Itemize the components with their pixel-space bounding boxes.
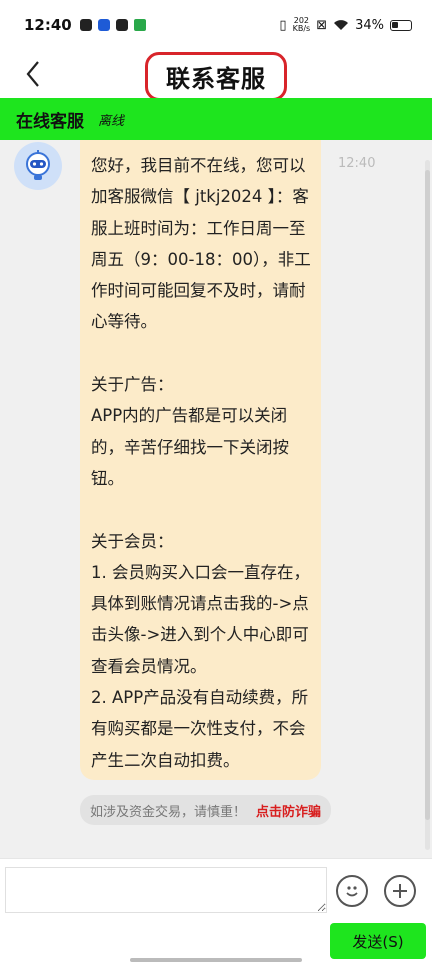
- header: 联系客服: [0, 50, 432, 101]
- network-speed-unit: KB/s: [292, 24, 311, 33]
- app-notification-icon: [133, 19, 146, 31]
- notification-icons: [79, 19, 146, 31]
- sim-icon: ⊠: [316, 17, 328, 33]
- wifi-icon: [334, 20, 349, 30]
- message-time: 12:40: [338, 156, 376, 171]
- avatar[interactable]: [14, 142, 62, 190]
- message-text: 您好，我目前不在线，您可以加客服微信【 jtkj2024 】：客服上班时间为：工…: [91, 156, 311, 770]
- app-notification-icon: [97, 19, 110, 31]
- vibrate-icon: ▯: [279, 17, 287, 33]
- robot-avatar-icon: [26, 150, 50, 180]
- service-title: 在线客服: [16, 111, 84, 132]
- page-title: 联系客服: [166, 64, 266, 93]
- fraud-notice-text: 如涉及资金交易，请慎重！: [90, 804, 247, 820]
- message-input[interactable]: [5, 867, 327, 913]
- send-button[interactable]: 发送(S): [330, 923, 426, 959]
- tiktok-icon: [79, 19, 92, 31]
- more-button[interactable]: [384, 875, 416, 907]
- network-speed: 202 KB/s: [293, 17, 311, 33]
- back-button[interactable]: [20, 56, 50, 92]
- battery-icon: [390, 19, 412, 31]
- emoji-button[interactable]: [336, 875, 368, 907]
- scrollbar[interactable]: [425, 170, 430, 820]
- service-status: 离线: [98, 113, 125, 129]
- chat-area[interactable]: 您好，我目前不在线，您可以加客服微信【 jtkj2024 】：客服上班时间为：工…: [0, 140, 432, 858]
- home-indicator[interactable]: [130, 958, 302, 962]
- app-notification-icon: [115, 19, 128, 31]
- back-arrow-icon: [26, 61, 39, 87]
- plus-icon: [393, 884, 407, 898]
- battery-percent: 34%: [355, 17, 384, 33]
- service-bar: 在线客服 离线: [0, 98, 432, 140]
- status-time: 12:40: [24, 16, 72, 34]
- status-right: ▯ 202 KB/s ⊠ 34%: [279, 17, 412, 33]
- message-bubble: 您好，我目前不在线，您可以加客服微信【 jtkj2024 】：客服上班时间为：工…: [80, 140, 321, 780]
- title-highlight: 联系客服: [145, 51, 287, 101]
- status-bar: 12:40 ▯ 202 KB/s ⊠ 34%: [0, 0, 432, 50]
- anti-fraud-link[interactable]: 点击防诈骗: [256, 801, 321, 820]
- fraud-notice: 如涉及资金交易，请慎重！ 点击防诈骗: [80, 795, 332, 825]
- input-area: 发送(S): [0, 858, 432, 964]
- emoji-icon: [346, 886, 358, 897]
